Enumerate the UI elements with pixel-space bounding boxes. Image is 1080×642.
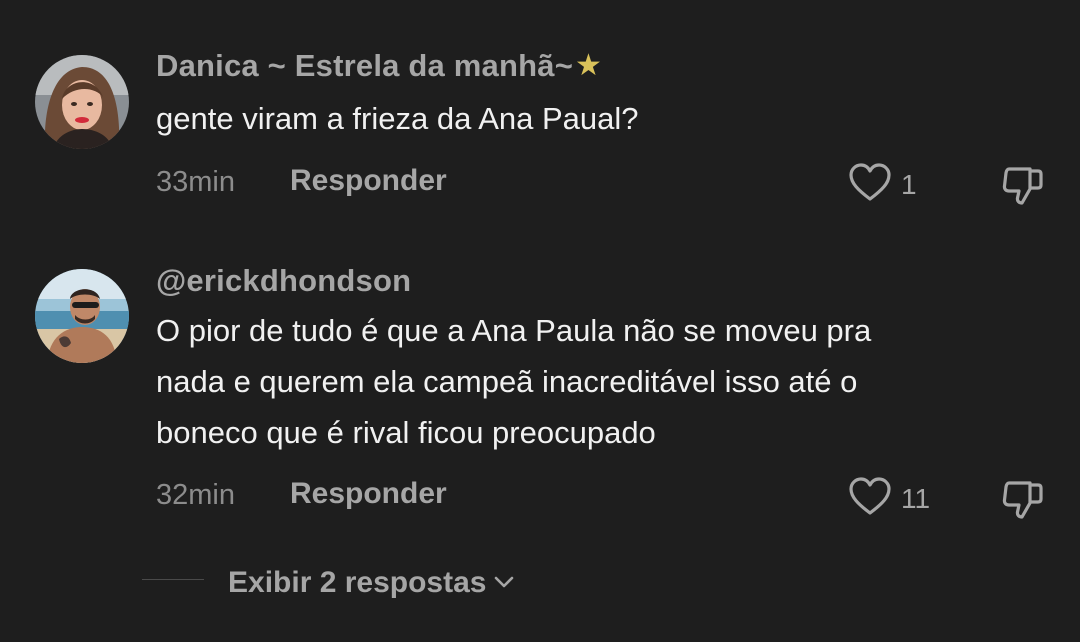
profile-photo-man-beach <box>35 269 129 363</box>
profile-photo-woman <box>35 55 129 149</box>
replies-divider <box>142 579 204 580</box>
thumbs-down-icon <box>1002 167 1043 205</box>
comment-timestamp: 32min <box>156 479 235 511</box>
avatar[interactable] <box>35 269 129 363</box>
comment-username[interactable]: Danica ~ Estrela da manhã~★ <box>156 48 602 84</box>
comment-text-line: boneco que é rival ficou preocupado <box>156 415 656 450</box>
comment-text: O pior de tudo é que a Ana Paula não se … <box>156 305 1036 458</box>
chevron-down-icon <box>494 562 514 596</box>
dislike-button[interactable] <box>1000 163 1044 207</box>
comment-timestamp: 33min <box>156 166 235 198</box>
like-button[interactable] <box>848 477 892 517</box>
view-replies-label: Exibir 2 respostas <box>228 566 487 599</box>
heart-outline-icon <box>849 163 891 201</box>
heart-outline-icon <box>849 477 891 515</box>
avatar[interactable] <box>35 55 129 149</box>
comment-text-line: O pior de tudo é que a Ana Paula não se … <box>156 313 872 348</box>
thumbs-down-icon <box>1002 481 1043 519</box>
star-icon: ★ <box>575 49 603 82</box>
like-count: 1 <box>901 169 917 200</box>
dislike-button[interactable] <box>1000 477 1044 521</box>
comments-panel: Danica ~ Estrela da manhã~★ gente viram … <box>0 0 1080 642</box>
comment-username[interactable]: @erickdhondson <box>156 263 411 299</box>
reply-button[interactable]: Responder <box>290 477 447 511</box>
reply-button[interactable]: Responder <box>290 164 447 198</box>
like-count: 11 <box>901 483 931 514</box>
view-replies-button[interactable]: Exibir 2 respostas <box>228 562 514 600</box>
comment-text-line: nada e querem ela campeã inacreditável i… <box>156 364 858 399</box>
username-text: Danica ~ Estrela da manhã~ <box>156 48 574 83</box>
like-button[interactable] <box>848 163 892 203</box>
comment-text: gente viram a frieza da Ana Paual? <box>156 101 639 136</box>
